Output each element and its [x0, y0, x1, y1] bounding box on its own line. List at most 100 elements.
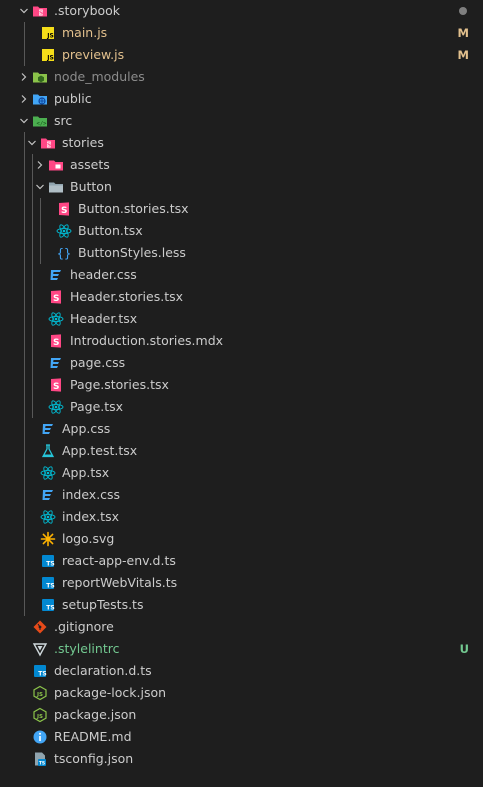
file-row-app-css[interactable]: App.css: [0, 418, 483, 440]
file-row-header-stories[interactable]: S Header.stories.tsx: [0, 286, 483, 308]
svg-text:S: S: [53, 382, 59, 392]
file-row-page-stories[interactable]: S Page.stories.tsx: [0, 374, 483, 396]
item-label: App.tsx: [62, 465, 110, 480]
file-row-page-css[interactable]: page.css: [0, 352, 483, 374]
file-row-header-css[interactable]: header.css: [0, 264, 483, 286]
react-icon: [48, 399, 64, 415]
chevron-right-icon[interactable]: [32, 157, 48, 173]
svg-text:{}: {}: [57, 247, 71, 261]
file-row-button-styles[interactable]: {} ButtonStyles.less: [0, 242, 483, 264]
folder-row-public[interactable]: public: [0, 88, 483, 110]
item-label: assets: [70, 157, 110, 172]
file-row-gitignore[interactable]: .gitignore: [0, 616, 483, 638]
svg-text:JS: JS: [46, 55, 54, 62]
item-label: Header.tsx: [70, 311, 138, 326]
folder-row-stories[interactable]: Sstories: [0, 132, 483, 154]
indent-guide-src: [24, 132, 25, 616]
file-row-stylelintrc[interactable]: .stylelintrc U: [0, 638, 483, 660]
css-icon: [48, 355, 64, 371]
item-label: node_modules: [54, 69, 145, 84]
storybook-file-icon: S: [48, 289, 64, 305]
css-icon: [40, 421, 56, 437]
svg-text:TS: TS: [46, 583, 54, 590]
indent-guide-button-folder: [40, 198, 41, 264]
svg-text:TS: TS: [39, 761, 45, 767]
item-label: Button: [70, 179, 112, 194]
file-row-readme[interactable]: README.md: [0, 726, 483, 748]
chevron-down-icon[interactable]: [16, 3, 32, 19]
svg-text:JS: JS: [36, 692, 43, 698]
file-row-package-lock[interactable]: JS package-lock.json: [0, 682, 483, 704]
file-row-index-tsx[interactable]: index.tsx: [0, 506, 483, 528]
item-label: README.md: [54, 729, 132, 744]
chevron-down-icon[interactable]: [32, 179, 48, 195]
file-row-declaration[interactable]: TS declaration.d.ts: [0, 660, 483, 682]
folder-row-button-folder[interactable]: Button: [0, 176, 483, 198]
js-file-icon: JS: [40, 47, 56, 63]
folder-row-src[interactable]: </> src: [0, 110, 483, 132]
file-row-app-tsx[interactable]: App.tsx: [0, 462, 483, 484]
folder-row-node-modules[interactable]: node_modules: [0, 66, 483, 88]
storybook-folder-icon: S: [32, 3, 48, 19]
item-label: .storybook: [54, 3, 121, 18]
file-row-react-app-env[interactable]: TS react-app-env.d.ts: [0, 550, 483, 572]
svg-text:S: S: [47, 143, 51, 149]
public-folder-icon: [32, 91, 48, 107]
item-label: page.css: [70, 355, 126, 370]
item-label: stories: [62, 135, 104, 150]
folder-row-assets[interactable]: assets: [0, 154, 483, 176]
npm-json-icon: JS: [32, 685, 48, 701]
svg-text:JS: JS: [36, 714, 43, 720]
storybook-file-icon: S: [56, 201, 72, 217]
file-row-logo-svg[interactable]: logo.svg: [0, 528, 483, 550]
file-row-main-js[interactable]: JS main.js M: [0, 22, 483, 44]
chevron-right-icon[interactable]: [16, 91, 32, 107]
file-row-index-css[interactable]: index.css: [0, 484, 483, 506]
react-icon: [56, 223, 72, 239]
storybook-file-icon: S: [48, 377, 64, 393]
ts-file-icon: TS: [32, 663, 48, 679]
chevron-down-icon[interactable]: [24, 135, 40, 151]
git-icon: [32, 619, 48, 635]
svg-text:TS: TS: [46, 561, 54, 568]
item-label: public: [54, 91, 92, 106]
item-label: .gitignore: [54, 619, 114, 634]
item-label: Introduction.stories.mdx: [70, 333, 224, 348]
file-row-preview-js[interactable]: JS preview.js M: [0, 44, 483, 66]
git-status-badge: M: [457, 26, 469, 40]
indent-guide-storybook: [24, 22, 25, 66]
file-row-button-tsx[interactable]: Button.tsx: [0, 220, 483, 242]
item-label: package-lock.json: [54, 685, 167, 700]
item-label: tsconfig.json: [54, 751, 134, 766]
chevron-down-icon[interactable]: [16, 113, 32, 129]
folder-icon: [48, 179, 64, 195]
chevron-right-icon[interactable]: [16, 69, 32, 85]
item-label: index.css: [62, 487, 121, 502]
file-row-setup-tests[interactable]: TS setupTests.ts: [0, 594, 483, 616]
file-row-intro-mdx[interactable]: S Introduction.stories.mdx: [0, 330, 483, 352]
file-row-button-stories[interactable]: S Button.stories.tsx: [0, 198, 483, 220]
item-label: main.js: [62, 25, 108, 40]
less-braces-icon: {}: [56, 245, 72, 261]
file-row-report-web-vitals[interactable]: TS reportWebVitals.ts: [0, 572, 483, 594]
file-row-header-tsx[interactable]: Header.tsx: [0, 308, 483, 330]
file-row-package-json[interactable]: JS package.json: [0, 704, 483, 726]
file-row-tsconfig[interactable]: TS tsconfig.json: [0, 748, 483, 770]
file-row-app-test[interactable]: App.test.tsx: [0, 440, 483, 462]
item-label: index.tsx: [62, 509, 119, 524]
folder-row-storybook[interactable]: S .storybook: [0, 0, 483, 22]
file-row-page-tsx[interactable]: Page.tsx: [0, 396, 483, 418]
item-label: App.test.tsx: [62, 443, 138, 458]
